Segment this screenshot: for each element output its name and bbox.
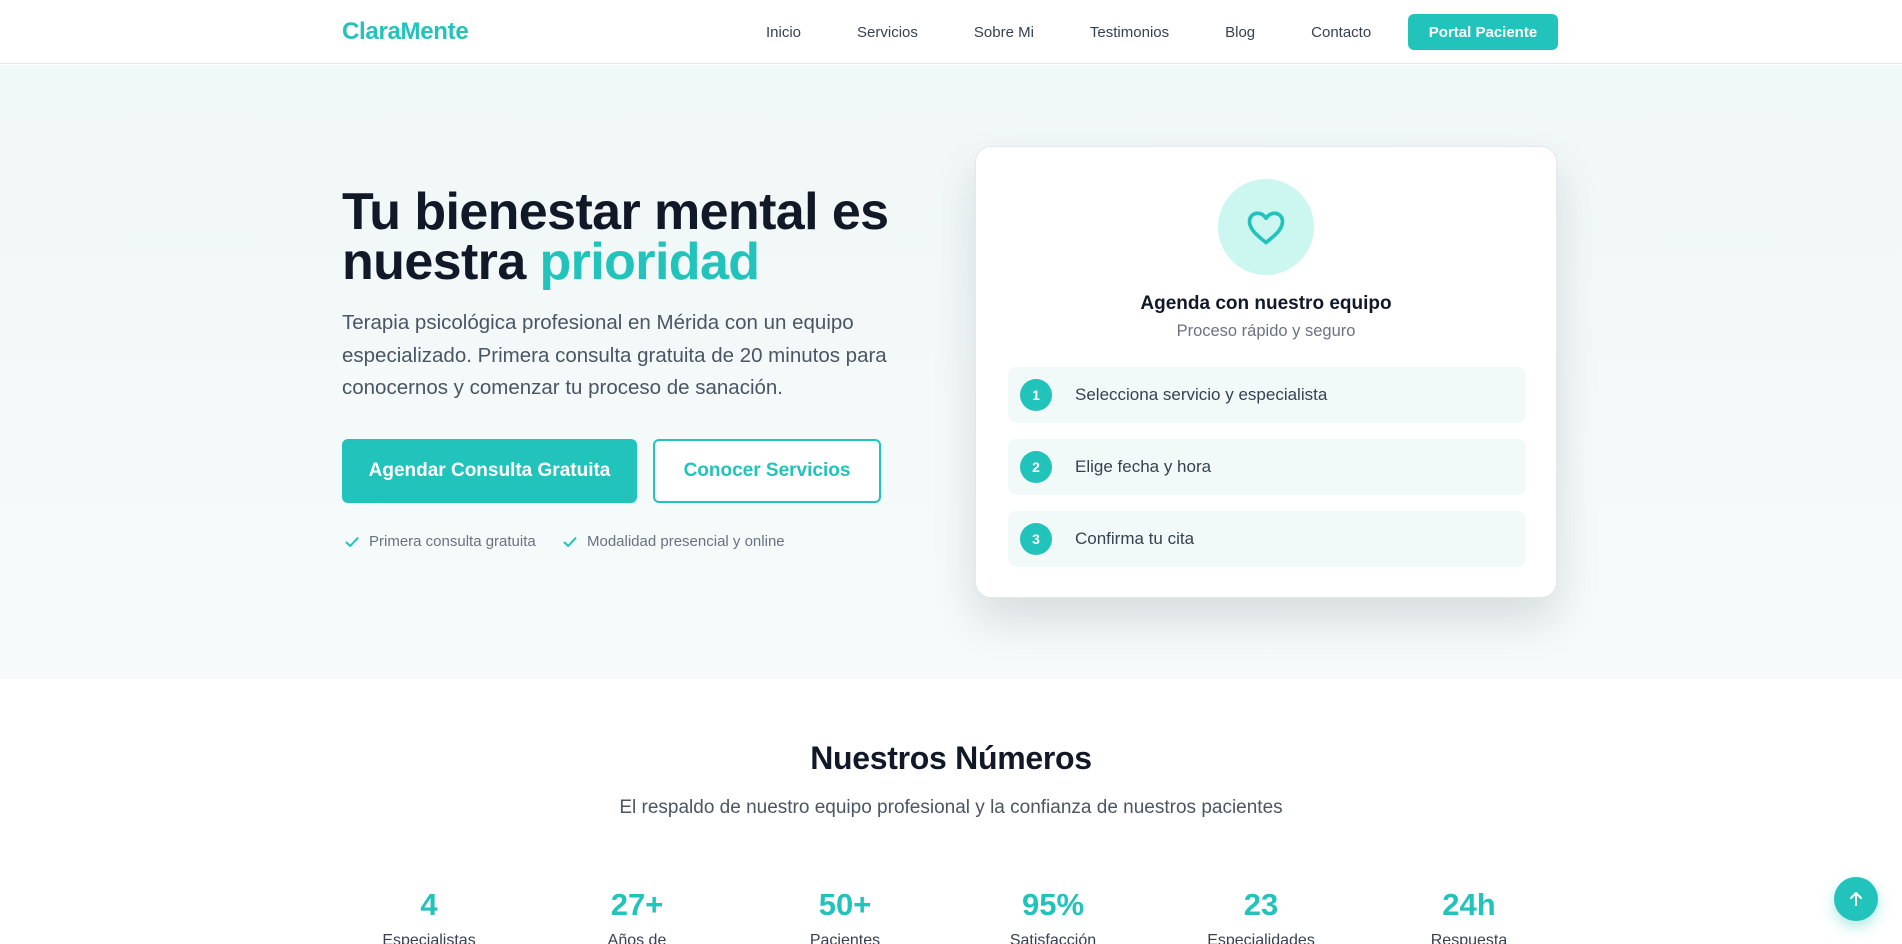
nav-links: Inicio Servicios Sobre Mi Testimonios Bl…: [738, 0, 1399, 64]
nav-link-inicio[interactable]: Inicio: [766, 24, 801, 41]
nav-link-contacto[interactable]: Contacto: [1311, 24, 1371, 41]
scroll-to-top-button[interactable]: [1834, 877, 1878, 921]
check-icon: [563, 536, 577, 547]
step-number: 3: [1020, 523, 1052, 555]
booking-step: 3 Confirma tu cita: [1008, 511, 1526, 567]
booking-step: 1 Selecciona servicio y especialista: [1008, 367, 1526, 423]
step-number: 1: [1020, 379, 1052, 411]
nav-link-blog[interactable]: Blog: [1225, 24, 1255, 41]
stats-title: Nuestros Números: [810, 740, 1092, 776]
check-icon: [345, 536, 359, 547]
heart-icon-badge: [1218, 179, 1314, 275]
stat-item: 95% Satisfacción: [958, 888, 1148, 944]
feature-label: Primera consulta gratuita: [369, 533, 536, 550]
step-label: Elige fecha y hora: [1075, 457, 1212, 476]
agendar-consulta-button[interactable]: Agendar Consulta Gratuita: [342, 439, 637, 503]
stat-label: Respuesta: [1430, 932, 1508, 944]
feature-item: Primera consulta gratuita: [344, 533, 536, 550]
stats-subtitle: El respaldo de nuestro equipo profesiona…: [619, 797, 1283, 818]
step-label: Confirma tu cita: [1075, 529, 1195, 548]
stat-value: 24h: [1442, 887, 1496, 922]
top-navbar: ClaraMente Inicio Servicios Sobre Mi Tes…: [0, 0, 1902, 64]
stat-item: 23 Especialidades: [1166, 888, 1356, 944]
step-number: 2: [1020, 451, 1052, 483]
stat-value: 27+: [610, 887, 664, 922]
feature-item: Modalidad presencial y online: [562, 533, 785, 550]
stat-value: 50+: [818, 887, 872, 922]
brand-logo[interactable]: ClaraMente: [342, 18, 469, 46]
card-title: Agenda con nuestro equipo: [1140, 293, 1392, 314]
stat-value: 95%: [1021, 887, 1085, 922]
conocer-servicios-button[interactable]: Conocer Servicios: [653, 439, 881, 503]
step-label: Selecciona servicio y especialista: [1075, 385, 1328, 404]
stat-label: Años de: [607, 932, 667, 944]
hero-title: Tu bienestar mental es nuestra prioridad: [342, 186, 942, 288]
nav-link-sobre-mi[interactable]: Sobre Mi: [974, 24, 1034, 41]
booking-card: Agenda con nuestro equipo Proceso rápido…: [975, 146, 1557, 598]
heart-icon: [1247, 211, 1285, 245]
portal-paciente-button[interactable]: Portal Paciente: [1408, 14, 1558, 50]
card-subtitle: Proceso rápido y seguro: [1176, 322, 1356, 340]
stat-label: Satisfacción: [1009, 932, 1097, 944]
hero-title-accent: prioridad: [539, 233, 761, 291]
stat-label: Especialistas: [382, 932, 476, 944]
stat-value: 4: [420, 887, 438, 922]
feature-label: Modalidad presencial y online: [587, 533, 785, 550]
hero-section: Tu bienestar mental es nuestra prioridad…: [0, 65, 1902, 679]
stat-item: 24h Respuesta: [1374, 888, 1564, 944]
stat-item: 27+ Años de: [542, 888, 732, 944]
booking-step: 2 Elige fecha y hora: [1008, 439, 1526, 495]
hero-subtitle: Terapia psicológica profesional en Mérid…: [342, 311, 887, 399]
nav-link-testimonios[interactable]: Testimonios: [1090, 24, 1169, 41]
arrow-up-icon: [1850, 892, 1862, 906]
nav-link-servicios[interactable]: Servicios: [857, 24, 918, 41]
stat-value: 23: [1243, 887, 1279, 922]
stat-label: Especialidades: [1207, 932, 1315, 944]
stat-item: 4 Especialistas: [334, 888, 524, 944]
stat-label: Pacientes: [809, 932, 881, 944]
stat-item: 50+ Pacientes: [750, 888, 940, 944]
